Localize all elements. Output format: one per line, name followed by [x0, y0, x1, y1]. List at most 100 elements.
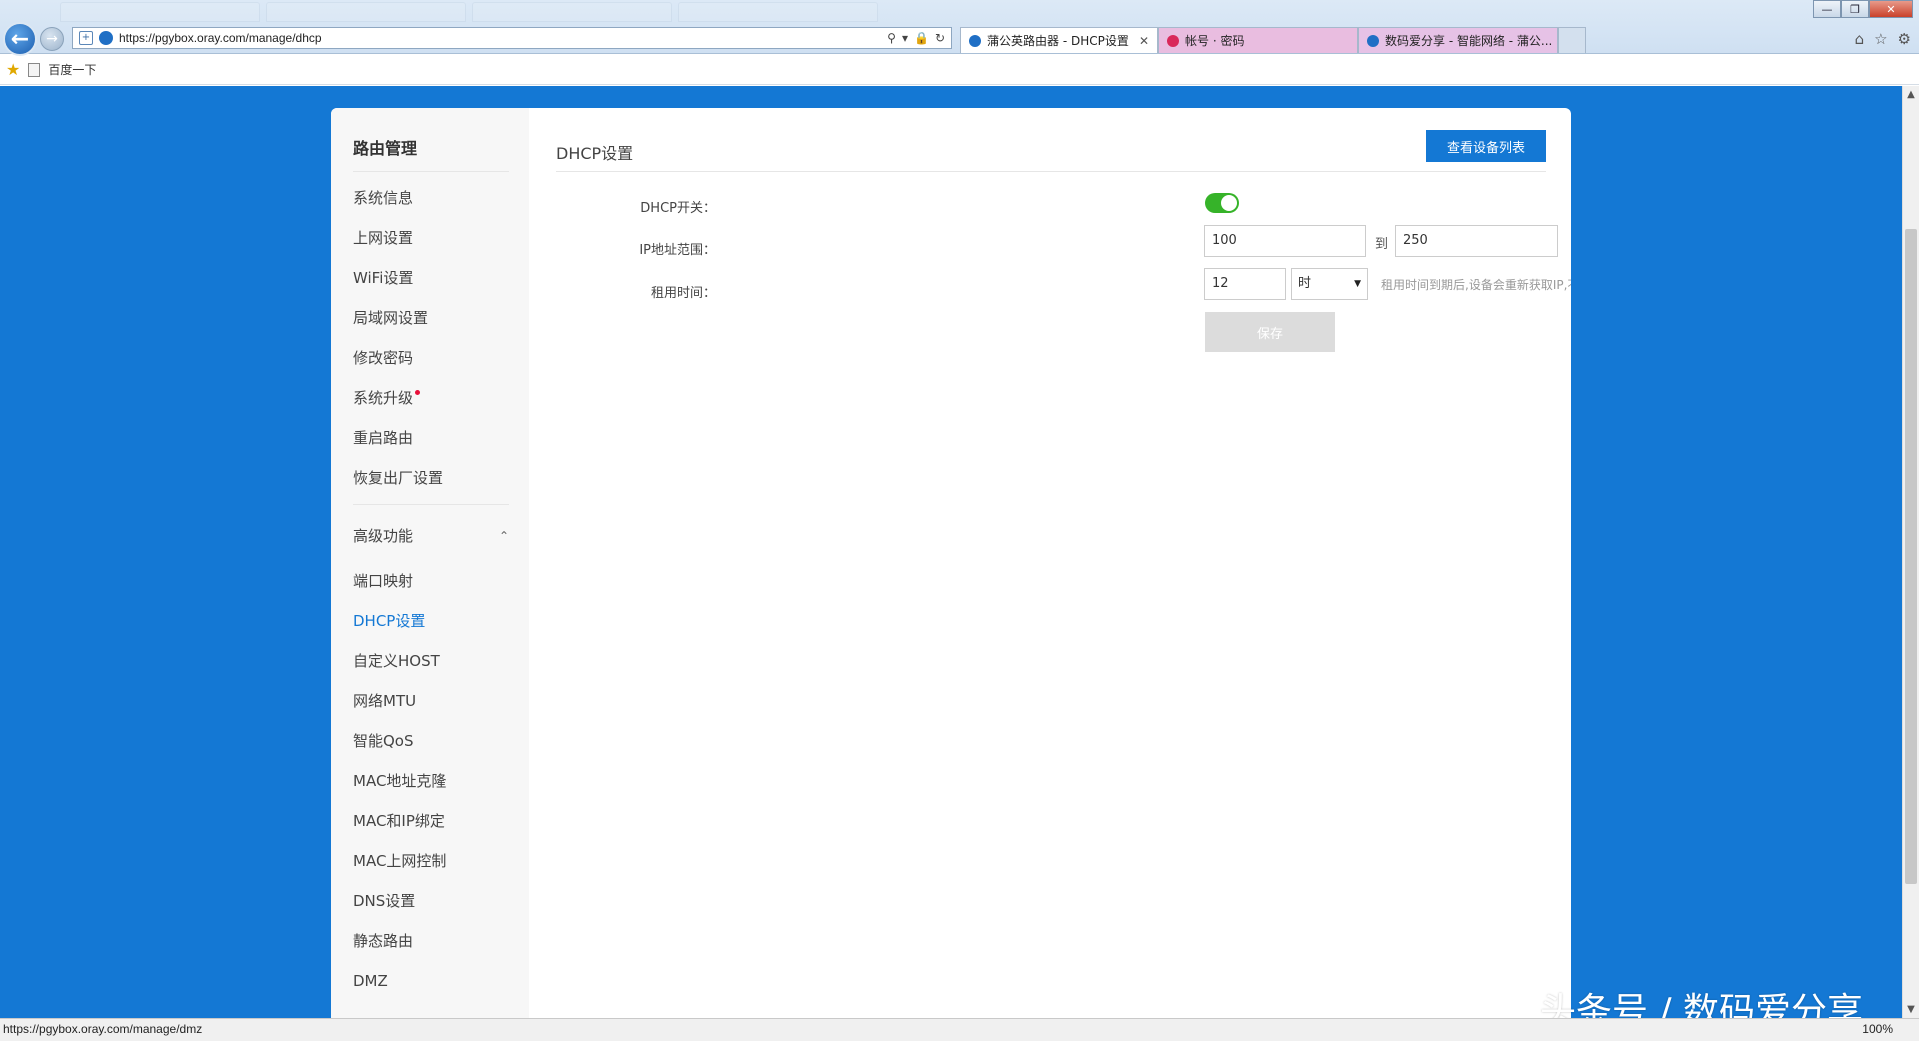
ghost-tab[interactable]: [472, 2, 672, 22]
view-device-list-button[interactable]: 查看设备列表: [1426, 130, 1546, 162]
range-to-label: 到: [1375, 237, 1389, 252]
sidebar-item-custom-host[interactable]: 自定义HOST: [353, 641, 509, 681]
arrow-right-icon: →: [46, 31, 58, 47]
sidebar-item-mac-ip-bind[interactable]: MAC和IP绑定: [353, 801, 509, 841]
sidebar-item-factory-reset[interactable]: 恢复出厂设置: [353, 458, 509, 498]
address-bar[interactable]: + https://pgybox.oray.com/manage/dhcp ⚲ …: [72, 27, 952, 49]
tab-strip: 蒲公英路由器 - DHCP设置 ✕ 帐号 · 密码 数码爱分享 - 智能网络 -…: [960, 27, 1586, 53]
dhcp-switch-label: DHCP开关：: [640, 201, 716, 216]
status-bar: https://pgybox.oray.com/manage/dmz 100%: [0, 1018, 1919, 1041]
ip-range-end-input[interactable]: 250: [1395, 225, 1558, 257]
restore-icon: ❐: [1850, 2, 1860, 16]
sidebar-item-qos[interactable]: 智能QoS: [353, 721, 509, 761]
tab-title: 蒲公英路由器 - DHCP设置: [987, 34, 1129, 48]
sidebar-item-dns[interactable]: DNS设置: [353, 881, 509, 921]
status-url: https://pgybox.oray.com/manage/dmz: [3, 1022, 203, 1036]
sidebar-item-password[interactable]: 修改密码: [353, 338, 509, 378]
search-icon[interactable]: ⚲: [887, 31, 896, 45]
site-favicon-icon: [99, 31, 113, 45]
background-tabs: [60, 2, 878, 24]
advanced-group-title: 高级功能: [353, 527, 414, 545]
star-icon[interactable]: ☆: [1874, 30, 1887, 48]
sidebar-item-system-info[interactable]: 系统信息: [353, 178, 509, 218]
caret-down-icon: ▼: [1354, 279, 1361, 289]
lock-icon[interactable]: 🔒: [914, 31, 929, 45]
favorites-item[interactable]: 百度一下: [48, 61, 96, 78]
sidebar-item-reboot[interactable]: 重启路由: [353, 418, 509, 458]
forward-button[interactable]: →: [40, 27, 64, 51]
gear-icon[interactable]: ⚙: [1898, 30, 1911, 48]
browser-right-icons: ⌂ ☆ ⚙: [1855, 30, 1911, 48]
sidebar: 路由管理 系统信息 上网设置 WiFi设置 局域网设置 修改密码 系统升级 重启…: [331, 108, 529, 1018]
home-icon[interactable]: ⌂: [1855, 30, 1865, 48]
tab-title: 数码爱分享 - 智能网络 - 蒲公...: [1385, 34, 1553, 48]
toggle-knob: [1221, 195, 1237, 211]
ghost-tab[interactable]: [60, 2, 260, 22]
minimize-icon: —: [1821, 2, 1833, 16]
tab-shumaaifenxiang[interactable]: 数码爱分享 - 智能网络 - 蒲公...: [1358, 27, 1558, 53]
main-header: DHCP设置 查看设备列表: [556, 130, 1546, 172]
main-panel: DHCP设置 查看设备列表 DHCP开关： IP地址范围： 100 到 250 …: [556, 108, 1571, 1018]
lease-unit-select[interactable]: 时 ▼: [1291, 268, 1368, 300]
lease-time-input[interactable]: 12: [1204, 268, 1286, 300]
sidebar-item-storage[interactable]: 路由存储 ⌄: [353, 1001, 509, 1018]
refresh-icon[interactable]: ↻: [935, 31, 945, 45]
sidebar-item-internet[interactable]: 上网设置: [353, 218, 509, 258]
sidebar-item-mac-clone[interactable]: MAC地址克隆: [353, 761, 509, 801]
scroll-up-icon[interactable]: ▲: [1903, 86, 1919, 103]
chevron-up-icon[interactable]: ⌃: [499, 511, 509, 561]
tab-account[interactable]: 帐号 · 密码: [1158, 27, 1358, 53]
chevron-down-icon[interactable]: ⌄: [499, 1001, 509, 1018]
advanced-group-header[interactable]: 高级功能 ⌃: [353, 511, 509, 561]
sidebar-item-mtu[interactable]: 网络MTU: [353, 681, 509, 721]
lease-time-label: 租用时间：: [650, 286, 716, 301]
new-tab-button[interactable]: [1558, 27, 1586, 53]
tab-dhcp[interactable]: 蒲公英路由器 - DHCP设置 ✕: [960, 27, 1158, 53]
content-card: 路由管理 系统信息 上网设置 WiFi设置 局域网设置 修改密码 系统升级 重启…: [331, 108, 1571, 1018]
ip-range-start-input[interactable]: 100: [1204, 225, 1366, 257]
sidebar-item-dhcp[interactable]: DHCP设置: [353, 601, 509, 641]
sidebar-item-port-mapping[interactable]: 端口映射: [353, 561, 509, 601]
address-tools: ⚲ ▾ 🔒 ↻: [887, 31, 945, 45]
sidebar-item-upgrade[interactable]: 系统升级: [353, 378, 509, 418]
scroll-down-icon[interactable]: ▼: [1903, 1001, 1919, 1018]
ghost-tab[interactable]: [678, 2, 878, 22]
notification-dot: [415, 390, 421, 395]
site-favicon-icon: [1367, 34, 1379, 47]
scrollbar-thumb[interactable]: [1905, 229, 1917, 884]
favorites-star-icon[interactable]: ★: [6, 60, 20, 79]
page-viewport: 路由管理 系统信息 上网设置 WiFi设置 局域网设置 修改密码 系统升级 重启…: [0, 86, 1902, 1018]
page-compat-icon[interactable]: +: [79, 31, 93, 45]
sidebar-item-dmz[interactable]: DMZ: [353, 961, 509, 1001]
dhcp-toggle[interactable]: [1205, 193, 1239, 213]
lease-unit-value: 时: [1298, 276, 1312, 291]
page-title: DHCP设置: [556, 144, 634, 163]
sidebar-item-mac-access[interactable]: MAC上网控制: [353, 841, 509, 881]
sidebar-item-wifi[interactable]: WiFi设置: [353, 258, 509, 298]
back-button[interactable]: ←: [3, 22, 37, 56]
ip-range-label: IP地址范围：: [639, 243, 716, 258]
site-favicon-icon: [969, 34, 981, 47]
site-favicon-icon: [1167, 34, 1179, 47]
page-scrollbar[interactable]: ▲ ▼: [1902, 86, 1919, 1018]
save-button[interactable]: 保存: [1205, 312, 1335, 352]
close-icon: ✕: [1886, 2, 1896, 16]
favorites-bar: ★ 百度一下: [0, 55, 1919, 85]
sidebar-item-label: 系统升级: [353, 389, 414, 407]
sidebar-item-static-route[interactable]: 静态路由: [353, 921, 509, 961]
browser-toolbar: ← → + https://pgybox.oray.com/manage/dhc…: [0, 0, 1919, 56]
ghost-tab[interactable]: [266, 2, 466, 22]
close-icon[interactable]: ✕: [1139, 34, 1149, 48]
arrow-left-icon: ←: [10, 26, 30, 52]
restore-button[interactable]: ❐: [1841, 0, 1869, 18]
close-window-button[interactable]: ✕: [1869, 0, 1913, 18]
sidebar-item-label: 路由存储: [353, 1001, 413, 1018]
sidebar-divider: [353, 504, 509, 505]
zoom-level[interactable]: 100%: [1862, 1022, 1893, 1036]
window-controls: — ❐ ✕: [1813, 0, 1913, 18]
address-url[interactable]: https://pgybox.oray.com/manage/dhcp: [119, 31, 881, 45]
sidebar-title: 路由管理: [353, 134, 509, 172]
dropdown-icon[interactable]: ▾: [902, 31, 908, 45]
minimize-button[interactable]: —: [1813, 0, 1841, 18]
sidebar-item-lan[interactable]: 局域网设置: [353, 298, 509, 338]
